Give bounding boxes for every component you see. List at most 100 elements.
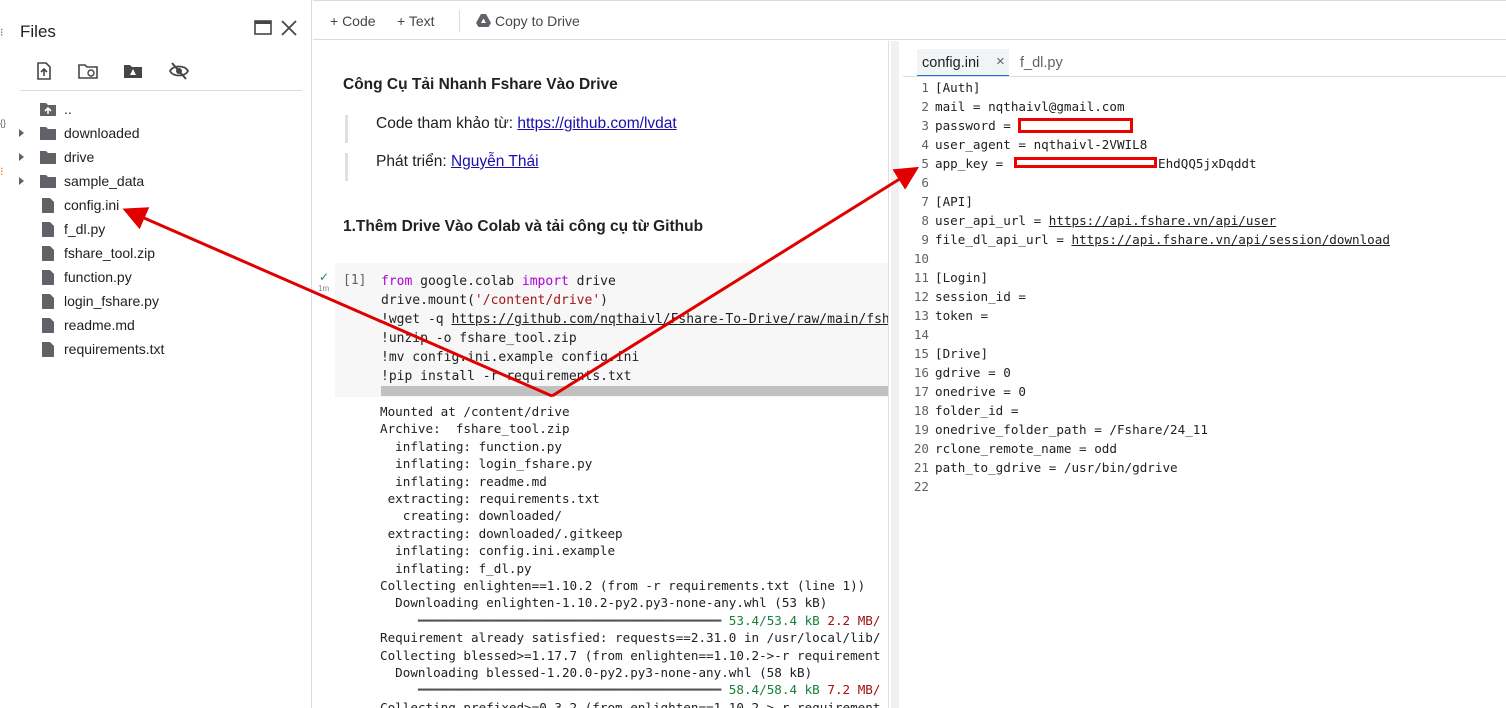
editor-line[interactable]: [Login] xyxy=(935,270,988,285)
output-line: Requirement already satisfied: requests=… xyxy=(380,630,881,646)
tree-item-function-py[interactable]: function.py xyxy=(8,266,308,290)
tree-item-label: downloaded xyxy=(64,125,140,141)
output-line: creating: downloaded/ xyxy=(380,508,562,524)
editor-line[interactable]: [API] xyxy=(935,194,973,209)
progress-bar: ━━━━━━━━━━━━━━━━━━━━━━━━━━━━━━━━━━━━━━━━ xyxy=(380,612,729,628)
output-line: extracting: requirements.txt xyxy=(380,491,600,506)
editor-line[interactable]: onedrive = 0 xyxy=(935,384,1026,399)
editor-line[interactable]: app_key = EhdQQ5jxDqddt xyxy=(935,156,1257,171)
editor-line[interactable]: user_agent = nqthaivl-2VWIL8 xyxy=(935,137,1147,152)
files-divider xyxy=(20,90,302,91)
close-tab-icon[interactable]: × xyxy=(996,53,1005,70)
line-number: 1 xyxy=(921,80,929,95)
output-line: Archive: fshare_tool.zip xyxy=(380,421,570,437)
output-line: extracting: downloaded/.gitkeep xyxy=(380,525,623,541)
tree-item-f-dl-py[interactable]: f_dl.py xyxy=(8,218,308,242)
tree-item-parent[interactable]: .. xyxy=(8,98,308,122)
file-icon xyxy=(41,221,55,241)
file-editor: config.ini × f_dl.py 1 [Auth] 2 mail = nqth… xyxy=(903,41,1506,708)
editor-line[interactable]: folder_id = xyxy=(935,403,1018,418)
tree-item-drive[interactable]: drive xyxy=(8,146,308,170)
code-text: drive xyxy=(568,274,616,289)
file-icon xyxy=(41,245,55,265)
folder-icon xyxy=(39,149,57,168)
line-number: 16 xyxy=(913,365,929,380)
files-panel: Files .. downloaded drive sample_data co… xyxy=(8,0,312,708)
cell-horizontal-scrollbar[interactable] xyxy=(381,386,888,396)
expand-caret-icon[interactable] xyxy=(19,129,24,137)
editor-line-text: password = xyxy=(935,118,1019,133)
add-code-cell-button[interactable]: + Code xyxy=(330,13,376,29)
files-panel-title: Files xyxy=(20,22,56,41)
run-duration: 1m xyxy=(318,284,330,293)
expand-caret-icon[interactable] xyxy=(19,153,24,161)
editor-line[interactable]: onedrive_folder_path = /Fshare/24_11 xyxy=(935,422,1208,437)
maximize-panel-button[interactable] xyxy=(252,17,274,39)
line-number: 9 xyxy=(921,232,929,247)
editor-line-link[interactable]: https://api.fshare.vn/api/user xyxy=(1049,213,1276,228)
file-icon xyxy=(41,341,55,361)
editor-line[interactable]: token = xyxy=(935,308,988,323)
code-line-3[interactable]: !wget -q https://github.com/nqthaivl/Fsh… xyxy=(381,310,888,329)
code-line-5[interactable]: !mv config.ini.example config.ini xyxy=(381,348,639,367)
editor-line[interactable]: session_id = xyxy=(935,289,1026,304)
tree-item-label: requirements.txt xyxy=(64,341,165,357)
developer-link[interactable]: Nguyễn Thái xyxy=(451,153,539,170)
folder-up-icon xyxy=(39,101,57,120)
tab-config-ini[interactable]: config.ini × xyxy=(917,49,1009,77)
editor-line-text: [Drive] xyxy=(935,346,989,361)
output-line: Downloading blessed-1.20.0-py2.py3-none-… xyxy=(380,665,813,680)
code-text: !wget -q xyxy=(381,312,452,327)
tree-item-readme-md[interactable]: readme.md xyxy=(8,314,308,338)
left-activity-strip: ⁝ {} ⁝ xyxy=(0,0,8,708)
editor-line[interactable]: path_to_gdrive = /usr/bin/gdrive xyxy=(935,460,1178,475)
tree-item-sample-data[interactable]: sample_data xyxy=(8,170,308,194)
tree-item-label: sample_data xyxy=(64,173,145,189)
code-text: google.colab xyxy=(412,274,522,289)
tree-item-login-fshare-py[interactable]: login_fshare.py xyxy=(8,290,308,314)
editor-line[interactable]: gdrive = 0 xyxy=(935,365,1011,380)
editor-line[interactable]: file_dl_api_url = https://api.fshare.vn/… xyxy=(935,232,1390,247)
code-text: ) xyxy=(600,293,608,308)
tree-item-fshare-tool-zip[interactable]: fshare_tool.zip xyxy=(8,242,308,266)
notebook-title: Công Cụ Tải Nhanh Fshare Vào Drive xyxy=(343,76,618,93)
output-line: Downloading enlighten-1.10.2-py2.py3-non… xyxy=(380,595,828,611)
line-number: 17 xyxy=(913,384,929,399)
progress-size: 53.4/53.4 kB xyxy=(728,612,820,628)
refresh-folder-button[interactable] xyxy=(77,60,99,82)
editor-line-text: folder_id = xyxy=(935,403,1019,418)
add-text-cell-button[interactable]: + Text xyxy=(397,13,435,29)
output-line: inflating: config.ini.example xyxy=(380,543,616,559)
reference-link[interactable]: https://github.com/lvdat xyxy=(517,115,676,132)
notebook-vertical-scrollbar[interactable] xyxy=(891,41,899,708)
close-panel-button[interactable] xyxy=(278,17,300,39)
mount-drive-button[interactable] xyxy=(122,60,144,82)
drive-icon xyxy=(476,14,491,27)
editor-line[interactable]: rclone_remote_name = odd xyxy=(935,441,1117,456)
editor-line[interactable]: [Drive] xyxy=(935,346,988,361)
tab-label: config.ini xyxy=(922,55,980,71)
tree-item-downloaded[interactable]: downloaded xyxy=(8,122,308,146)
code-line-4[interactable]: !unzip -o fshare_tool.zip xyxy=(381,329,577,348)
toggle-hidden-files-button[interactable] xyxy=(168,60,190,82)
output-line: Collecting prefixed>=0.3.2 (from enlight… xyxy=(380,699,881,708)
code-line-2[interactable]: drive.mount('/content/drive') xyxy=(381,291,608,310)
code-url[interactable]: https://github.com/nqthaivl/Fshare-To-Dr… xyxy=(451,312,888,327)
code-line-6[interactable]: !pip install -r requirements.txt xyxy=(381,367,631,386)
tree-item-config-ini[interactable]: config.ini xyxy=(8,194,308,218)
expand-caret-icon[interactable] xyxy=(19,177,24,185)
line-number: 21 xyxy=(913,460,929,475)
strip-glyph-2: {} xyxy=(0,118,7,128)
editor-line-text: path_to_gdrive = /usr/bin/gdrive xyxy=(935,460,1178,475)
editor-line[interactable]: user_api_url = https://api.fshare.vn/api… xyxy=(935,213,1276,228)
editor-line[interactable]: [Auth] xyxy=(935,80,981,95)
upload-file-button[interactable] xyxy=(33,60,55,82)
editor-line[interactable]: password = xyxy=(935,118,1018,133)
editor-line-text: user_agent = nqthaivl-2VWIL8 xyxy=(935,137,1148,152)
copy-to-drive-button[interactable]: Copy to Drive xyxy=(476,13,580,29)
run-success-check-icon[interactable]: ✓ xyxy=(319,270,329,284)
code-line-1[interactable]: from google.colab import drive xyxy=(381,272,616,291)
editor-line[interactable]: mail = nqthaivl@gmail.com xyxy=(935,99,1125,114)
tree-item-requirements-txt[interactable]: requirements.txt xyxy=(8,338,308,362)
editor-line-link[interactable]: https://api.fshare.vn/api/session/downlo… xyxy=(1071,232,1389,247)
